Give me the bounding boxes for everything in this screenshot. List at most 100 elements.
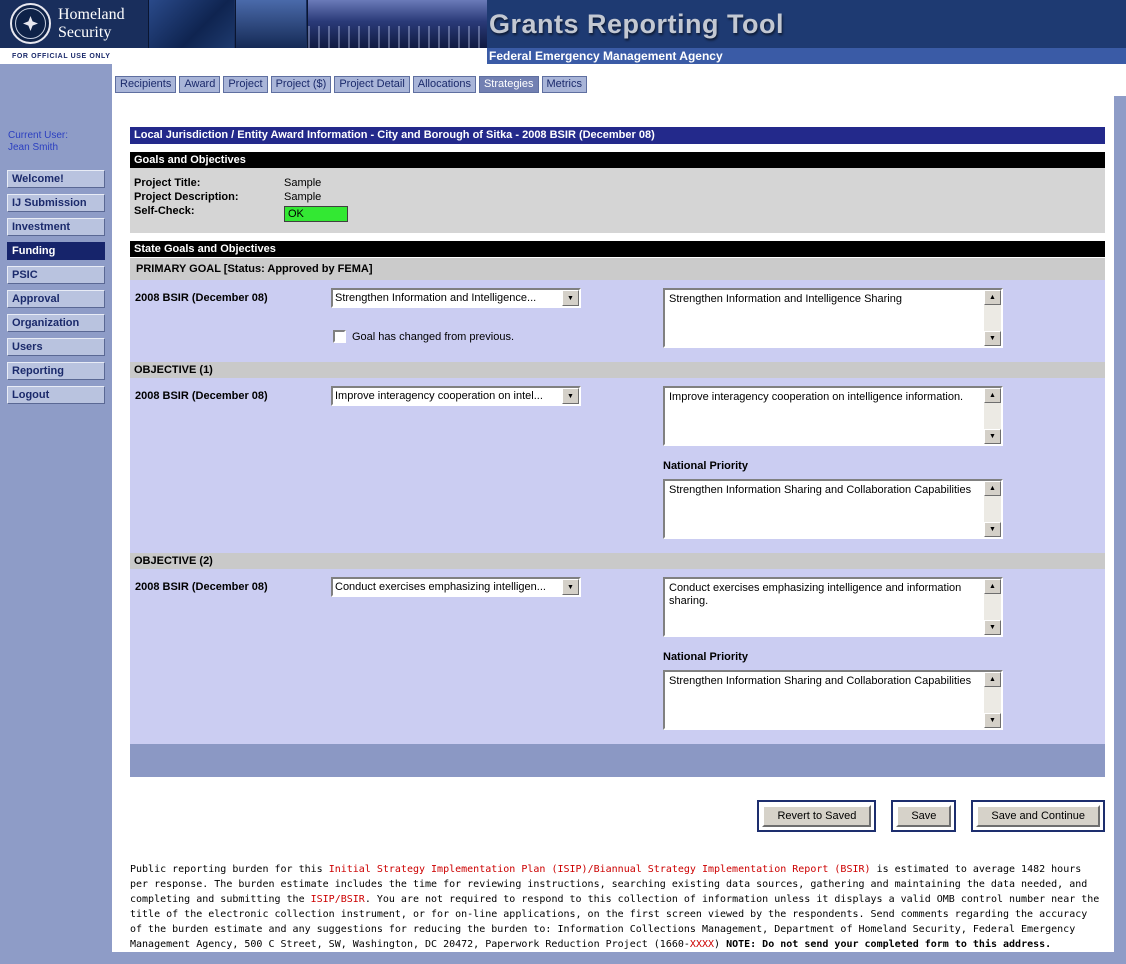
state-goals-header: State Goals and Objectives <box>130 241 1105 257</box>
fema-subtitle-bar: Federal Emergency Management Agency <box>487 48 1126 64</box>
content: Local Jurisdiction / Entity Award Inform… <box>112 96 1105 952</box>
sidebar-item-welcome[interactable]: Welcome! <box>7 170 105 188</box>
objective-1-dropdown-arrow-button[interactable]: ▼ <box>562 388 579 404</box>
objective-1-section: 2008 BSIR (December 08) Improve interage… <box>130 378 1105 553</box>
sidebar-item-approval[interactable]: Approval <box>7 290 105 308</box>
goal-changed-checkbox[interactable] <box>333 330 346 343</box>
objective-1-header: OBJECTIVE (1) <box>130 362 1105 378</box>
objective-2-scrollbar[interactable]: ▲ ▼ <box>984 579 1001 635</box>
scroll-down-button[interactable]: ▼ <box>984 713 1001 728</box>
objective-1-scrollbar[interactable]: ▲ ▼ <box>984 388 1001 444</box>
dhs-seal-logo <box>10 3 51 44</box>
fouo-label: FOR OFFICIAL USE ONLY <box>12 53 111 60</box>
current-user-block: Current User: Jean Smith <box>0 130 112 154</box>
burden-note: NOTE: Do not send your completed form to… <box>726 939 1051 950</box>
tab-project-detail[interactable]: Project Detail <box>334 76 409 93</box>
tab-strip: Recipients Award Project Project ($) Pro… <box>112 64 1126 96</box>
arrow-down-icon: ▼ <box>989 335 996 342</box>
header-title-area: Grants Reporting Tool <box>487 0 1126 48</box>
scroll-up-button[interactable]: ▲ <box>984 672 1001 687</box>
tab-strategies[interactable]: Strategies <box>479 76 539 93</box>
scroll-track[interactable] <box>984 687 1001 713</box>
app-title: Grants Reporting Tool <box>487 9 784 40</box>
primary-goal-controls: Strengthen Information and Intelligence.… <box>331 288 663 348</box>
objective-2-dropdown-arrow-button[interactable]: ▼ <box>562 579 579 595</box>
arrow-up-icon: ▲ <box>989 676 996 683</box>
scroll-track[interactable] <box>984 403 1001 429</box>
scroll-track[interactable] <box>984 594 1001 620</box>
chevron-down-icon: ▼ <box>567 584 574 591</box>
arrow-up-icon: ▲ <box>989 485 996 492</box>
project-title-row: Project Title: Sample <box>130 176 1105 190</box>
objective-2-dropdown-value: Conduct exercises emphasizing intelligen… <box>333 581 562 593</box>
scroll-down-button[interactable]: ▼ <box>984 331 1001 346</box>
project-title-label: Project Title: <box>134 177 284 189</box>
objective-1-dropdown-value: Improve interagency cooperation on intel… <box>333 390 562 402</box>
sidebar-item-ij-submission[interactable]: IJ Submission <box>7 194 105 212</box>
objective-1-national-priority-text: Strengthen Information Sharing and Colla… <box>665 481 984 537</box>
tab-award[interactable]: Award <box>179 76 220 93</box>
scroll-down-button[interactable]: ▼ <box>984 429 1001 444</box>
project-title-value: Sample <box>284 177 321 189</box>
revert-to-saved-button[interactable]: Revert to Saved <box>762 805 871 827</box>
objective-1-text: Improve interagency cooperation on intel… <box>665 388 984 444</box>
burden-text-4: ) <box>714 939 726 950</box>
objective-1-dropdown[interactable]: Improve interagency cooperation on intel… <box>331 386 581 406</box>
scroll-up-button[interactable]: ▲ <box>984 388 1001 403</box>
sidebar-item-funding[interactable]: Funding <box>7 242 105 260</box>
sidebar: Current User: Jean Smith Welcome! IJ Sub… <box>0 96 112 964</box>
arrow-down-icon: ▼ <box>989 526 996 533</box>
sidebar-item-users[interactable]: Users <box>7 338 105 356</box>
agency-name: Homeland Security <box>58 6 125 42</box>
scroll-down-button[interactable]: ▼ <box>984 620 1001 635</box>
tab-bar: Recipients Award Project Project ($) Pro… <box>112 76 587 96</box>
scroll-track[interactable] <box>984 496 1001 522</box>
self-check-label: Self-Check: <box>134 205 284 222</box>
scroll-up-button[interactable]: ▲ <box>984 481 1001 496</box>
sidebar-item-organization[interactable]: Organization <box>7 314 105 332</box>
objective-2-text-column: Conduct exercises emphasizing intelligen… <box>663 577 1105 730</box>
self-check-status-field: OK <box>284 206 348 222</box>
objective-1-np-scrollbar[interactable]: ▲ ▼ <box>984 481 1001 537</box>
sidebar-item-logout[interactable]: Logout <box>7 386 105 404</box>
objective-1-national-priority-textarea[interactable]: Strengthen Information Sharing and Colla… <box>663 479 1003 539</box>
current-user-label: Current User: <box>8 130 112 142</box>
primary-goal-textarea[interactable]: Strengthen Information and Intelligence … <box>663 288 1003 348</box>
action-button-row: Revert to Saved Save Save and Continue <box>130 800 1105 832</box>
sidebar-item-investment[interactable]: Investment <box>7 218 105 236</box>
objective-2-np-scrollbar[interactable]: ▲ ▼ <box>984 672 1001 728</box>
scroll-track[interactable] <box>984 305 1001 331</box>
header-photo-1 <box>148 0 234 48</box>
page-title: Local Jurisdiction / Entity Award Inform… <box>130 127 1105 144</box>
objective-2-national-priority-text: Strengthen Information Sharing and Colla… <box>665 672 984 728</box>
primary-goal-dropdown[interactable]: Strengthen Information and Intelligence.… <box>331 288 581 308</box>
section-footer-band <box>130 744 1105 777</box>
save-and-continue-button[interactable]: Save and Continue <box>976 805 1100 827</box>
sidebar-item-reporting[interactable]: Reporting <box>7 362 105 380</box>
primary-goal-text: Strengthen Information and Intelligence … <box>665 290 984 346</box>
tab-metrics[interactable]: Metrics <box>542 76 587 93</box>
primary-goal-scrollbar[interactable]: ▲ ▼ <box>984 290 1001 346</box>
chevron-down-icon: ▼ <box>567 393 574 400</box>
objective-2-textarea[interactable]: Conduct exercises emphasizing intelligen… <box>663 577 1003 637</box>
fouo-strip: FOR OFFICIAL USE ONLY <box>0 48 487 64</box>
scroll-up-button[interactable]: ▲ <box>984 290 1001 305</box>
isip-bsir-full-reference: Initial Strategy Implementation Plan (IS… <box>329 864 871 875</box>
objective-2-dropdown[interactable]: Conduct exercises emphasizing intelligen… <box>331 577 581 597</box>
header-photo-2 <box>235 0 306 48</box>
save-button[interactable]: Save <box>896 805 951 827</box>
tab-project-dollars[interactable]: Project ($) <box>271 76 332 93</box>
paperwork-burden-statement: Public reporting burden for this Initial… <box>130 862 1102 952</box>
tab-recipients[interactable]: Recipients <box>115 76 176 93</box>
sidebar-item-psic[interactable]: PSIC <box>7 266 105 284</box>
primary-goal-dropdown-arrow-button[interactable]: ▼ <box>562 290 579 306</box>
objective-1-text-column: Improve interagency cooperation on intel… <box>663 386 1105 539</box>
scroll-up-button[interactable]: ▲ <box>984 579 1001 594</box>
tab-project[interactable]: Project <box>223 76 267 93</box>
objective-1-textarea[interactable]: Improve interagency cooperation on intel… <box>663 386 1003 446</box>
objective-2-national-priority-textarea[interactable]: Strengthen Information Sharing and Colla… <box>663 670 1003 730</box>
primary-goal-text-column: Strengthen Information and Intelligence … <box>663 288 1105 348</box>
header-brand-area: Homeland Security <box>0 0 487 48</box>
tab-allocations[interactable]: Allocations <box>413 76 476 93</box>
scroll-down-button[interactable]: ▼ <box>984 522 1001 537</box>
